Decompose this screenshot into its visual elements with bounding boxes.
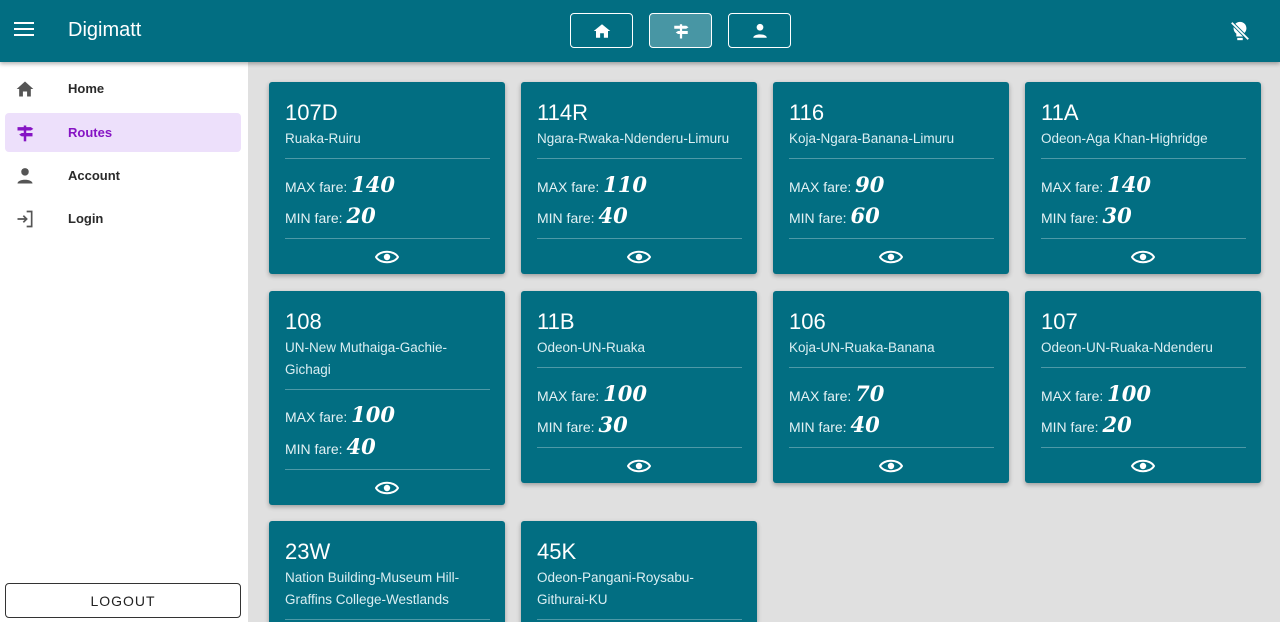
sidebar-item-routes[interactable]: Routes — [5, 113, 241, 152]
max-fare: MAX fare: 100 — [1041, 381, 1151, 406]
sidebar-item-label: Home — [68, 81, 105, 96]
divider — [1041, 447, 1246, 448]
route-code: 106 — [789, 309, 826, 334]
divider — [285, 238, 490, 239]
login-icon — [17, 210, 33, 228]
min-fare: MIN fare: 20 — [1041, 412, 1132, 437]
signpost-icon — [17, 125, 34, 142]
sidebar-item-label: Routes — [68, 125, 113, 140]
route-name: Odeon-Pangani-Roysabu-Githurai-KU — [537, 570, 694, 607]
sidebar-item-account[interactable]: Account — [5, 156, 241, 195]
eye-icon[interactable] — [879, 249, 903, 265]
route-name: Odeon-Aga Khan-Highridge — [1041, 131, 1208, 146]
min-fare: MIN fare: 40 — [537, 203, 628, 228]
divider — [1041, 158, 1246, 159]
nav-account-button[interactable] — [728, 13, 791, 48]
top-nav — [570, 13, 807, 48]
eye-icon[interactable] — [1131, 249, 1155, 265]
person-icon — [17, 168, 33, 184]
min-fare: MIN fare: 20 — [285, 203, 376, 228]
divider — [1041, 367, 1246, 368]
route-card[interactable]: 45K Odeon-Pangani-Roysabu-Githurai-KU — [521, 521, 757, 622]
sidebar-item-login[interactable]: Login — [5, 199, 241, 238]
eye-icon[interactable] — [627, 249, 651, 265]
divider — [537, 619, 742, 620]
logout-button[interactable]: LOGOUT — [5, 583, 241, 618]
route-card[interactable]: 11A Odeon-Aga Khan-Highridge MAX fare: 1… — [1025, 82, 1261, 274]
sidebar-item-home[interactable]: Home — [5, 69, 241, 108]
top-app-bar: Digimatt — [0, 0, 1280, 62]
divider — [285, 619, 490, 620]
divider — [537, 238, 742, 239]
route-name: Odeon-UN-Ruaka-Ndenderu — [1041, 340, 1213, 355]
route-card[interactable]: 23W Nation Building-Museum Hill-Graffins… — [269, 521, 505, 622]
person-icon — [752, 23, 767, 38]
route-card[interactable]: 107D Ruaka-Ruiru MAX fare: 140 MIN fare:… — [269, 82, 505, 274]
sidebar-item-label: Account — [68, 168, 120, 183]
divider — [285, 469, 490, 470]
nav-routes-button[interactable] — [649, 13, 712, 48]
max-fare: MAX fare: 140 — [1041, 172, 1151, 197]
divider — [789, 158, 994, 159]
eye-icon[interactable] — [375, 480, 399, 496]
route-code: 11A — [1041, 100, 1079, 125]
max-fare: MAX fare: 90 — [789, 172, 885, 197]
route-card[interactable]: 11B Odeon-UN-Ruaka MAX fare: 100 MIN far… — [521, 291, 757, 483]
route-code: 108 — [285, 309, 322, 334]
app-title: Digimatt — [68, 19, 142, 41]
sidebar-item-label: Login — [68, 211, 104, 226]
divider — [285, 389, 490, 390]
divider — [1041, 238, 1246, 239]
max-fare: MAX fare: 100 — [537, 381, 647, 406]
nav-home-button[interactable] — [570, 13, 633, 48]
divider — [285, 158, 490, 159]
route-card[interactable]: 106 Koja-UN-Ruaka-Banana MAX fare: 70 MI… — [773, 291, 1009, 483]
divider — [537, 158, 742, 159]
route-name: Koja-Ngara-Banana-Limuru — [789, 131, 955, 146]
divider — [537, 367, 742, 368]
eye-icon[interactable] — [1131, 458, 1155, 474]
route-code: 116 — [789, 100, 825, 125]
route-code: 107D — [285, 100, 338, 125]
route-code: 114R — [537, 100, 588, 125]
min-fare: MIN fare: 60 — [789, 203, 880, 228]
route-card[interactable]: 107 Odeon-UN-Ruaka-Ndenderu MAX fare: 10… — [1025, 291, 1261, 483]
eye-icon[interactable] — [627, 458, 651, 474]
home-icon — [593, 23, 610, 38]
routes-grid: 107D Ruaka-Ruiru MAX fare: 140 MIN fare:… — [248, 62, 1280, 622]
route-code: 11B — [537, 309, 575, 334]
route-name: UN-New Muthaiga-Gachie-Gichagi — [285, 340, 448, 377]
lightbulb-off-icon[interactable] — [1229, 20, 1251, 42]
route-name: Koja-UN-Ruaka-Banana — [789, 340, 935, 355]
route-code: 107 — [1041, 309, 1078, 334]
divider — [789, 238, 994, 239]
home-icon — [16, 81, 34, 97]
min-fare: MIN fare: 40 — [285, 434, 376, 459]
min-fare: MIN fare: 30 — [1041, 203, 1132, 228]
route-name: Ngara-Rwaka-Ndenderu-Limuru — [537, 131, 730, 146]
eye-icon[interactable] — [375, 249, 399, 265]
route-name: Nation Building-Museum Hill-Graffins Col… — [285, 570, 460, 607]
max-fare: MAX fare: 70 — [789, 381, 885, 406]
divider — [789, 447, 994, 448]
max-fare: MAX fare: 140 — [285, 172, 395, 197]
route-name: Odeon-UN-Ruaka — [537, 340, 646, 355]
divider — [537, 447, 742, 448]
route-card[interactable]: 114R Ngara-Rwaka-Ndenderu-Limuru MAX far… — [521, 82, 757, 274]
eye-icon[interactable] — [879, 458, 903, 474]
min-fare: MIN fare: 40 — [789, 412, 880, 437]
route-code: 45K — [537, 539, 577, 564]
max-fare: MAX fare: 100 — [285, 402, 395, 427]
sidebar: Home Routes Account Login LOGOUT — [0, 62, 248, 622]
max-fare: MAX fare: 110 — [537, 172, 647, 197]
menu-icon[interactable] — [14, 22, 34, 40]
route-code: 23W — [285, 539, 331, 564]
min-fare: MIN fare: 30 — [537, 412, 628, 437]
divider — [789, 367, 994, 368]
signpost-icon — [673, 23, 688, 38]
route-card[interactable]: 116 Koja-Ngara-Banana-Limuru MAX fare: 9… — [773, 82, 1009, 274]
route-name: Ruaka-Ruiru — [285, 131, 361, 146]
route-card[interactable]: 108 UN-New Muthaiga-Gachie-Gichagi MAX f… — [269, 291, 505, 505]
